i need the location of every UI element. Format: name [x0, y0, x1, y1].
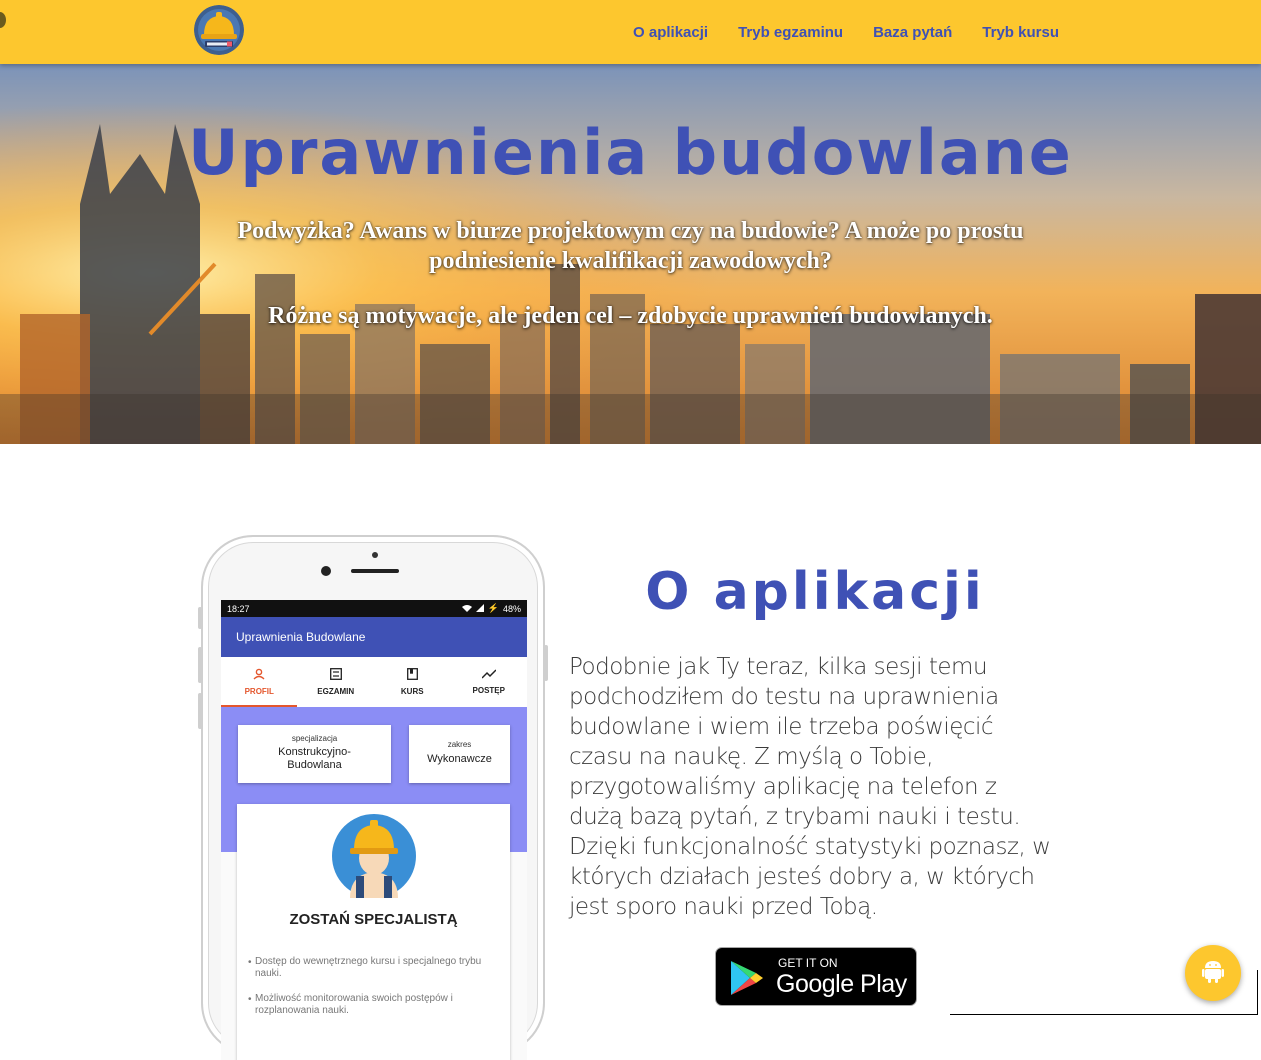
promo-list-item: Możliwość monitorowania swoich postępów …: [248, 993, 500, 1017]
nav-link-baza-pytan[interactable]: Baza pytań: [873, 24, 952, 41]
hero-subtitle-2: Różne są motywacje, ale jeden cel – zdob…: [268, 303, 993, 329]
nav-link-tryb-egzaminu[interactable]: Tryb egzaminu: [738, 24, 843, 41]
specialization-value: Konstrukcyjno-Budowlana: [278, 746, 351, 771]
main-nav: O aplikacji Tryb egzaminu Baza pytań Try…: [633, 0, 1059, 64]
promo-list: Dostęp do wewnętrznego kursu i specjalne…: [248, 956, 500, 1030]
phone-mockup: 18:27 ⚡ 48% Uprawnienia Budowlane PROFIL: [198, 535, 548, 1060]
status-battery: 48%: [502, 603, 521, 614]
phone-tab-label: POSTĘP: [472, 686, 505, 695]
badge-line2: Google Play: [776, 970, 907, 998]
phone-camera: [321, 566, 331, 576]
trending-icon: [481, 669, 497, 681]
phone-tab-profil[interactable]: PROFIL: [221, 657, 298, 707]
range-caption: zakres: [447, 740, 472, 749]
phone-tab-postep[interactable]: POSTĘP: [451, 657, 528, 707]
nav-link-tryb-kursu[interactable]: Tryb kursu: [982, 24, 1059, 41]
phone-status-bar: 18:27 ⚡ 48%: [221, 600, 527, 617]
hero-section: Uprawnienia budowlane Podwyżka? Awans w …: [0, 64, 1261, 444]
promo-title: ZOSTAŃ SPECJALISTĄ: [289, 911, 458, 928]
nav-link-o-aplikacji[interactable]: O aplikacji: [633, 24, 708, 41]
phone-tab-kurs[interactable]: KURS: [374, 657, 451, 707]
status-time: 18:27: [227, 603, 250, 614]
worker-avatar: [332, 814, 416, 903]
range-value: Wykonawcze: [427, 753, 492, 765]
hero-subtitle-1: Podwyżka? Awans w biurze projektowym czy…: [237, 218, 1024, 274]
google-play-icon: [728, 959, 766, 1002]
specialization-caption: specjalizacja: [291, 734, 338, 743]
corner-line: [950, 1014, 1258, 1015]
phone-app-bar: Uprawnienia Budowlane: [221, 617, 527, 657]
checklist-icon: [329, 668, 342, 682]
phone-speaker: [351, 569, 399, 573]
person-icon: [253, 668, 265, 682]
wifi-icon: [461, 604, 472, 614]
phone-tab-egzamin[interactable]: EGZAMIN: [298, 657, 375, 707]
battery-icon: ⚡: [487, 603, 499, 613]
phone-volume-down: [198, 693, 202, 729]
google-play-badge[interactable]: GET IT ON Google Play: [715, 947, 917, 1006]
edge-decoration: [0, 12, 6, 28]
hardhat-logo-icon[interactable]: [194, 5, 244, 55]
promo-card: ZOSTAŃ SPECJALISTĄ Dostęp do wewnętrzneg…: [237, 804, 510, 1060]
phone-tab-label: PROFIL: [244, 687, 274, 696]
corner-line: [1257, 970, 1258, 1015]
phone-sensor: [372, 552, 378, 558]
promo-list-item: Dostęp do wewnętrznego kursu i specjalne…: [248, 956, 500, 980]
android-fab-button[interactable]: [1185, 945, 1241, 1001]
top-navbar: O aplikacji Tryb egzaminu Baza pytań Try…: [0, 0, 1261, 64]
phone-volume-up: [198, 647, 202, 683]
range-card[interactable]: zakres Wykonawcze: [409, 725, 510, 783]
about-title: O aplikacji: [645, 562, 985, 622]
phone-power-button: [544, 645, 548, 681]
phone-tab-label: KURS: [400, 687, 424, 696]
about-text: Podobnie jak Ty teraz, kilka sesji temu …: [569, 654, 1051, 920]
phone-side-button: [198, 607, 202, 629]
specialization-card[interactable]: specjalizacja Konstrukcyjno-Budowlana: [238, 725, 391, 783]
phone-tabs: PROFIL EGZAMIN KURS POSTĘP: [221, 657, 527, 707]
phone-screen: 18:27 ⚡ 48% Uprawnienia Budowlane PROFIL: [221, 600, 527, 1060]
android-icon: [1202, 959, 1224, 988]
hero-title: Uprawnienia budowlane: [188, 116, 1073, 189]
badge-line1: GET IT ON: [778, 956, 838, 970]
phone-tab-label: EGZAMIN: [317, 687, 355, 696]
book-icon: [406, 668, 418, 682]
signal-icon: [475, 603, 484, 614]
